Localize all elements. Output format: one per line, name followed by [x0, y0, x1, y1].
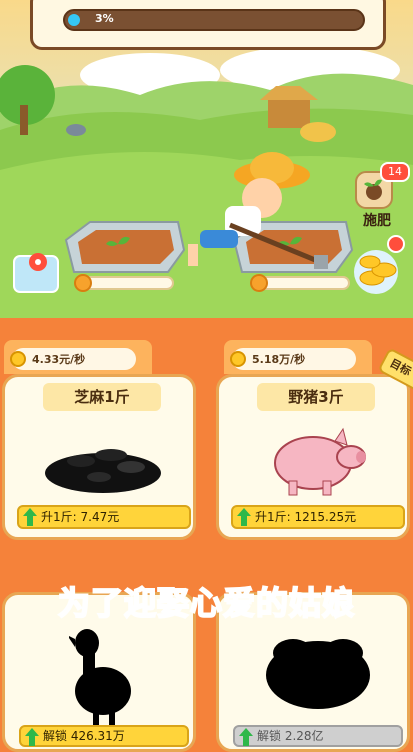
product-1-rate: 4.33元/秒: [32, 353, 86, 366]
fertilize-button[interactable]: 14 施肥: [350, 162, 410, 234]
product-2-price-text: 升1斤: 1215.25元: [255, 510, 357, 524]
plot-left-progress-knob: [74, 274, 92, 292]
plot-right-progress: [250, 274, 350, 292]
promo-banner: 为了迎娶心爱的姑娘: [0, 578, 413, 624]
product-card-1[interactable]: 芝麻1斤 升1斤: 7.47元: [2, 374, 196, 540]
map-button[interactable]: [14, 256, 58, 292]
product-2-upgrade-price[interactable]: 升1斤: 1215.25元: [231, 505, 405, 529]
product-2-rate-pill: 5.18万/秒: [230, 348, 356, 370]
product-1-rate-pill: 4.33元/秒: [10, 348, 136, 370]
coin-icon: [10, 351, 26, 367]
locked-chicken-silhouette: [69, 629, 131, 725]
fertilize-count-badge: 14: [380, 162, 410, 182]
up-arrow-icon: [239, 728, 253, 746]
product-card-2[interactable]: 野猪3斤 升1斤: 1215.25元: [216, 374, 410, 540]
locked-2-unlock-label: 解锁 2.28亿: [257, 729, 324, 743]
level-progress-label: 3%: [95, 12, 114, 25]
coin-icon: [230, 351, 246, 367]
level-progress-card: 3%: [30, 0, 386, 50]
locked-2-unlock-button[interactable]: 解锁 2.28亿: [233, 725, 403, 747]
plot-left-progress: [74, 274, 174, 292]
up-arrow-icon: [23, 508, 37, 526]
locked-1-unlock-button[interactable]: 解锁 426.31万: [19, 725, 189, 747]
locked-1-unlock-label: 解锁 426.31万: [43, 729, 125, 743]
banner-text-part1: 为了迎娶: [57, 583, 190, 623]
plot-right-progress-knob: [250, 274, 268, 292]
product-2-rate-tab: 5.18万/秒: [224, 340, 372, 374]
banner-text-part2: 心爱的姑娘: [189, 583, 356, 623]
product-1-rate-tab: 4.33元/秒: [4, 340, 152, 374]
pig-icon: [274, 427, 366, 496]
soil-plot-left: [64, 221, 186, 273]
farm-scene: 3% 14 施肥: [0, 0, 413, 318]
level-progress-fill: [68, 14, 80, 26]
product-2-rate: 5.18万/秒: [252, 353, 306, 366]
up-arrow-icon: [25, 728, 39, 746]
product-2-name: 野猪3斤: [257, 383, 375, 411]
product-1-upgrade-price[interactable]: 升1斤: 7.47元: [17, 505, 191, 529]
product-1-price-text: 升1斤: 7.47元: [41, 510, 120, 524]
sesame-icon: [45, 449, 161, 493]
coin-collect-button[interactable]: [354, 250, 400, 296]
fertilize-label: 施肥: [363, 213, 391, 229]
up-arrow-icon: [237, 508, 251, 526]
level-progress-bar: 3%: [63, 9, 365, 31]
product-1-name: 芝麻1斤: [43, 383, 161, 411]
locked-item-silhouette: [266, 639, 370, 709]
